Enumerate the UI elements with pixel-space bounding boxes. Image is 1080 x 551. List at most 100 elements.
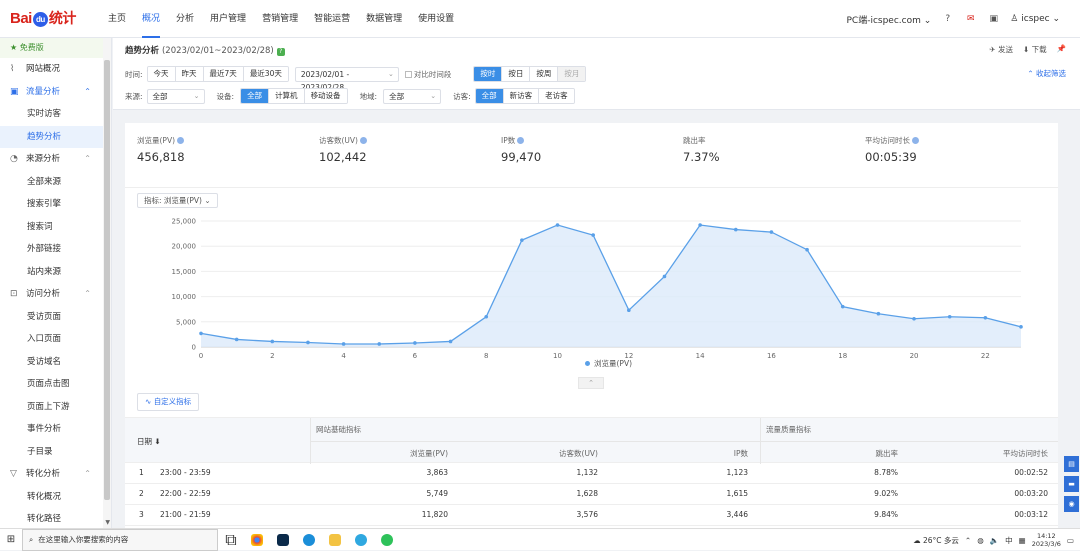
compare-checkbox[interactable]: 对比时间段 [404, 69, 451, 80]
tray-app-icon[interactable]: ◍ [977, 536, 984, 545]
data-point[interactable] [306, 340, 310, 345]
bounce-col-header[interactable]: 跳出率 [876, 448, 899, 459]
metric-select[interactable]: 指标: 浏览量(PV) ⌄ [137, 193, 218, 208]
user-menu[interactable]: ♙ icspec ⌄ [1010, 14, 1060, 24]
tray-network-icon[interactable]: ▦ [1019, 536, 1026, 545]
data-point[interactable] [983, 315, 988, 320]
help-icon[interactable] [517, 137, 525, 144]
date-range-picker[interactable]: 2023/02/01 - 2023/02/28 ⌄ [294, 66, 399, 92]
pin-icon[interactable]: 📌 [1057, 44, 1066, 55]
nav-item-5[interactable]: 智能运营 [306, 0, 358, 38]
help-icon[interactable] [177, 137, 185, 144]
sidebar-item-3[interactable]: 趋势分析 [0, 125, 111, 148]
sidebar-item-5[interactable]: 全部来源 [0, 171, 111, 194]
region-select[interactable]: 全部 ⌄ [383, 88, 442, 104]
feedback-icon[interactable]: ▤ [1064, 456, 1079, 472]
sidebar-item-9[interactable]: 站内来源 [0, 261, 111, 284]
help-icon[interactable] [359, 137, 367, 144]
data-point[interactable] [912, 316, 916, 321]
data-point[interactable] [1019, 325, 1023, 329]
baidu-tongji-logo[interactable]: Bai du 统计 [10, 8, 76, 28]
data-point[interactable] [733, 227, 738, 232]
data-point[interactable] [805, 247, 809, 252]
file-explorer-icon[interactable] [322, 529, 348, 551]
weather-widget[interactable]: ☁ 26°C 多云 [913, 535, 959, 546]
duration-col-header[interactable]: 平均访问时长 [1003, 448, 1048, 459]
nav-item-3[interactable]: 用户管理 [202, 0, 254, 38]
time-seg-option-2[interactable]: 最近7天 [203, 67, 244, 81]
data-point[interactable] [484, 314, 489, 319]
sidebar-item-11[interactable]: 受访页面 [0, 306, 111, 329]
clock[interactable]: 14:12 2023/3/6 [1032, 532, 1061, 548]
nav-item-0[interactable]: 主页 [100, 0, 134, 38]
qq-icon[interactable] [348, 529, 374, 551]
pv-col-header[interactable]: 浏览量(PV) [410, 448, 448, 459]
sidebar-item-1[interactable]: ▣ 流量分析 ⌃ [0, 81, 111, 104]
notification-icon[interactable]: ▭ [1067, 536, 1074, 545]
data-point[interactable] [377, 342, 382, 346]
data-point[interactable] [591, 233, 595, 237]
data-point[interactable] [947, 314, 952, 319]
nav-item-4[interactable]: 营销管理 [254, 0, 306, 38]
gran-seg-option-0[interactable]: 按时 [474, 67, 503, 81]
gran-seg-option-2[interactable]: 按周 [530, 67, 559, 81]
visitor-seg-option-0[interactable]: 全部 [475, 89, 504, 103]
message-side-icon[interactable]: ▬ [1064, 476, 1079, 492]
table-row[interactable]: 2 22:00 - 22:59 5,749 1,628 1,615 9.02% 00:03:… [125, 484, 1058, 505]
collapse-chart-button[interactable]: ⌃ [578, 377, 604, 389]
sidebar-item-14[interactable]: 页面点击图 [0, 373, 111, 396]
sidebar-item-0[interactable]: ⌇ 网站概况 [0, 58, 111, 81]
data-point[interactable] [341, 342, 346, 346]
time-seg-option-0[interactable]: 今天 [147, 67, 176, 81]
data-point[interactable] [520, 238, 524, 242]
sidebar-item-16[interactable]: 事件分析 [0, 418, 111, 441]
data-point[interactable] [840, 304, 845, 309]
scroll-down-icon[interactable]: ▼ [105, 519, 110, 526]
ime-indicator[interactable]: 中 [1005, 535, 1013, 546]
table-row[interactable]: 1 23:00 - 23:59 3,863 1,132 1,123 8.78% 00:02:… [125, 463, 1058, 484]
data-point[interactable] [876, 311, 881, 316]
device-seg-option-2[interactable]: 移动设备 [304, 89, 347, 103]
gran-seg-option-1[interactable]: 按日 [502, 67, 531, 81]
data-point[interactable] [769, 230, 774, 234]
nav-item-1[interactable]: 概况 [134, 0, 168, 38]
uv-col-header[interactable]: 访客数(UV) [559, 448, 598, 459]
data-point[interactable] [662, 274, 667, 279]
custom-metrics-button[interactable]: ∿ 自定义指标 [137, 393, 200, 411]
gran-seg-option-3[interactable]: 按月 [558, 67, 586, 81]
message-icon[interactable]: ✉ [964, 13, 977, 26]
sidebar-item-4[interactable]: ◔ 来源分析 ⌃ [0, 148, 111, 171]
nav-item-6[interactable]: 数据管理 [358, 0, 410, 38]
sidebar-item-20[interactable]: 转化路径 [0, 508, 111, 528]
site-selector[interactable]: PC端-icspec.com ⌄ [847, 13, 932, 26]
sidebar-item-18[interactable]: ▽ 转化分析 ⌃ [0, 463, 111, 486]
sidebar-item-17[interactable]: 子目录 [0, 441, 111, 464]
time-seg-option-1[interactable]: 昨天 [175, 67, 204, 81]
app-icon[interactable]: ▣ [987, 13, 1000, 26]
wechat-icon[interactable] [374, 529, 400, 551]
visitor-seg-option-1[interactable]: 新访客 [503, 89, 540, 103]
data-point[interactable] [555, 223, 560, 227]
device-seg-option-0[interactable]: 全部 [241, 89, 270, 103]
table-row[interactable]: 3 21:00 - 21:59 11,820 3,576 3,446 9.84% 00:03… [125, 505, 1058, 526]
sidebar-item-15[interactable]: 页面上下游 [0, 396, 111, 419]
data-point[interactable] [627, 308, 631, 313]
data-point[interactable] [413, 341, 417, 345]
sidebar-item-8[interactable]: 外部链接 [0, 238, 111, 261]
data-point[interactable] [698, 223, 702, 227]
date-column-header[interactable]: 日期 ⬇ [137, 436, 161, 447]
edge-icon[interactable] [296, 529, 322, 551]
sidebar-item-13[interactable]: 受访域名 [0, 351, 111, 374]
sidebar-scrollbar-thumb[interactable] [104, 60, 110, 500]
help-icon[interactable]: ? [941, 13, 954, 26]
sidebar-item-6[interactable]: 搜索引擎 [0, 193, 111, 216]
sidebar-item-12[interactable]: 入口页面 [0, 328, 111, 351]
sidebar-item-7[interactable]: 搜索词 [0, 216, 111, 239]
chrome-icon[interactable] [244, 529, 270, 551]
download-button[interactable]: ⬇ 下载 [1023, 44, 1047, 55]
volume-icon[interactable]: 🔈 [990, 536, 999, 545]
data-point[interactable] [234, 337, 239, 342]
data-point[interactable] [270, 339, 275, 344]
device-seg-option-1[interactable]: 计算机 [269, 89, 305, 103]
nav-item-2[interactable]: 分析 [168, 0, 202, 38]
